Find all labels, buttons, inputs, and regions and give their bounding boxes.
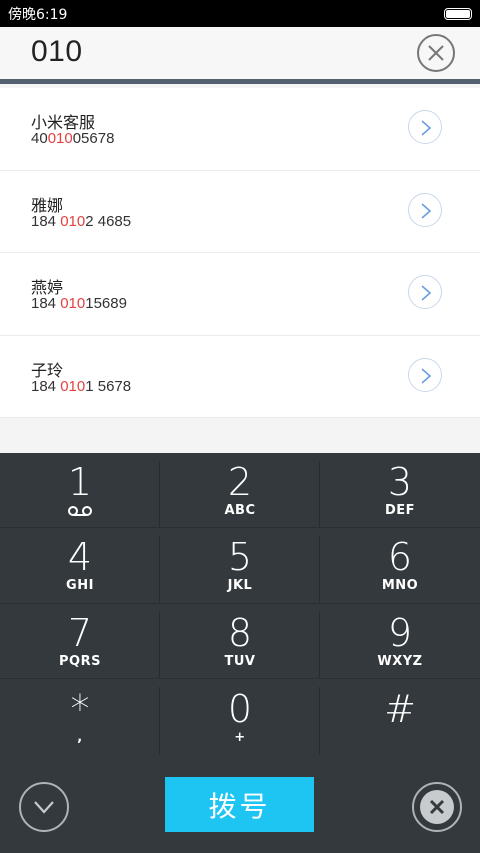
key-letters: ABC <box>224 502 256 518</box>
contact-detail-button[interactable] <box>408 192 442 227</box>
list-item[interactable]: 小米客服 4001005678 <box>0 88 480 171</box>
clear-input-button[interactable] <box>417 34 455 72</box>
key-digit: # <box>384 686 416 731</box>
dial-action-bar: 拨号 <box>0 755 480 853</box>
contact-detail-button[interactable] <box>408 357 442 392</box>
list-item[interactable]: 燕婷 184 01015689 <box>0 253 480 336</box>
key-digit: 2 <box>227 459 253 504</box>
contact-detail-button[interactable] <box>408 275 442 309</box>
key-star[interactable]: * , <box>0 679 160 755</box>
backspace-button[interactable] <box>412 782 462 832</box>
key-letters: WXYZ <box>377 653 423 669</box>
list-item[interactable]: 雅娜 184 0102 4685 <box>0 170 480 253</box>
key-0[interactable]: 0 + <box>160 679 320 755</box>
voicemail-icon <box>68 506 92 516</box>
key-digit: 1 <box>67 460 93 504</box>
chevron-down-icon <box>34 801 54 814</box>
key-letters: + <box>234 729 246 745</box>
dial-pad: 1 2 ABC 3 DEF 4 GHI 5 JKL 6 MNO 7 PQRS 8… <box>0 453 480 853</box>
search-divider <box>0 79 480 84</box>
key-digit: 4 <box>67 535 93 579</box>
key-9[interactable]: 9 WXYZ <box>320 604 480 679</box>
key-hash[interactable]: # <box>320 679 480 755</box>
key-letters: TUV <box>224 653 256 669</box>
key-letters: PQRS <box>59 653 101 669</box>
contact-results-list: 小米客服 4001005678 雅娜 184 0102 4685 燕婷 184 … <box>0 88 480 418</box>
key-digit: * <box>70 686 90 731</box>
key-8[interactable]: 8 TUV <box>160 604 320 679</box>
contact-detail-button[interactable] <box>408 110 442 144</box>
contact-number: 184 0102 4685 <box>31 212 132 230</box>
key-digit: 5 <box>227 535 253 579</box>
key-letters: , <box>77 729 83 745</box>
key-digit: 9 <box>387 610 413 655</box>
contact-number: 184 01015689 <box>31 295 127 312</box>
key-letters: JKL <box>227 578 253 593</box>
key-digit: 8 <box>227 610 253 655</box>
contact-number: 184 0101 5678 <box>31 377 132 395</box>
key-6[interactable]: 6 MNO <box>320 528 480 604</box>
key-letters: MNO <box>381 578 419 593</box>
search-bar: 010 <box>0 27 480 80</box>
chevron-right-icon <box>421 120 432 136</box>
key-letters: GHI <box>66 578 94 593</box>
key-digit: 6 <box>387 535 413 579</box>
key-4[interactable]: 4 GHI <box>0 528 160 604</box>
collapse-keypad-button[interactable] <box>19 782 69 832</box>
key-digit: 7 <box>67 610 93 655</box>
key-digit: 3 <box>387 459 413 504</box>
dial-button[interactable]: 拨号 <box>165 777 314 832</box>
key-2[interactable]: 2 ABC <box>160 453 320 528</box>
chevron-right-icon <box>421 202 432 219</box>
key-7[interactable]: 7 PQRS <box>0 604 160 679</box>
key-letters: DEF <box>384 502 416 518</box>
status-time: 傍晚6:19 <box>8 6 68 23</box>
chevron-right-icon <box>421 367 432 384</box>
list-item[interactable]: 子玲 184 0101 5678 <box>0 335 480 418</box>
status-bar: 傍晚6:19 <box>0 0 480 27</box>
key-digit: 0 <box>227 686 253 731</box>
key-5[interactable]: 5 JKL <box>160 528 320 604</box>
battery-icon <box>444 7 472 20</box>
key-3[interactable]: 3 DEF <box>320 453 480 528</box>
close-icon <box>428 45 444 61</box>
dial-input[interactable]: 010 <box>31 35 83 69</box>
contact-number: 4001005678 <box>31 130 115 147</box>
chevron-right-icon <box>421 285 432 301</box>
key-1[interactable]: 1 <box>0 453 160 528</box>
delete-icon <box>420 790 454 824</box>
